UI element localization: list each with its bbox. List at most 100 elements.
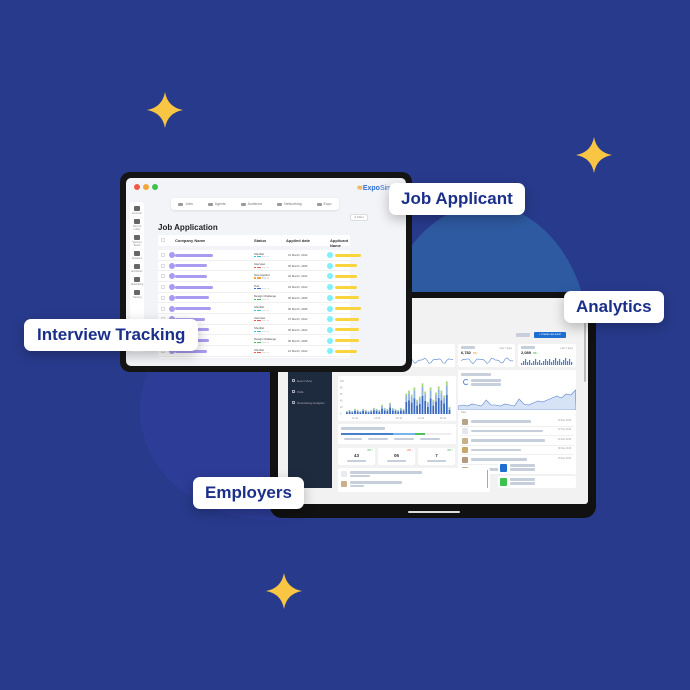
chart-bar-segment: [383, 407, 386, 409]
row-checkbox[interactable]: [161, 263, 165, 268]
tag-interview-tracking: Interview Tracking: [24, 319, 199, 351]
chart-bar-segment: [367, 411, 370, 413]
nav-tab[interactable]: Networking: [277, 202, 302, 206]
chart-bar-segment: [413, 398, 416, 414]
mini-bar: [565, 358, 567, 365]
chart-bar-segment: [386, 409, 389, 411]
trend-card: Date: [458, 370, 576, 415]
y-tick-label: 60: [340, 394, 343, 396]
sidebar-item[interactable]: Sponsor Booth: [130, 235, 144, 247]
sidebar-item[interactable]: Common: [132, 206, 142, 215]
sidebar-item[interactable]: Recruit Lobby: [130, 219, 144, 231]
doc-item-green: [498, 476, 576, 488]
table-row[interactable]: Shortlist 06 March, 2095: [158, 304, 361, 314]
table-row[interactable]: Test 04 March, 2022: [158, 282, 357, 293]
chart-bar-segment: [351, 411, 354, 413]
chart-bar-segment: [429, 398, 432, 414]
applicant-name-placeholder: [335, 339, 359, 343]
sidebar-item[interactable]: Exhibitors: [132, 264, 142, 273]
close-dot[interactable]: [134, 184, 140, 190]
chart-bar-segment: [424, 394, 427, 401]
news-thumbnail: [462, 428, 468, 435]
sidebar-icon: [133, 290, 140, 295]
sidebar-item[interactable]: Speakers: [132, 251, 142, 260]
chart-bar-segment: [364, 411, 367, 414]
sidebar-item[interactable]: Networking: [131, 277, 143, 286]
table-row[interactable]: New Applied 02 March, 2022: [158, 271, 357, 282]
row-checkbox[interactable]: [161, 285, 165, 290]
chart-bar-segment: [391, 408, 394, 411]
table-row[interactable]: Interview 06 March, 2095: [158, 261, 357, 272]
kpi-card-2: 2,089 4% ↑ Last 7 days: [518, 344, 576, 367]
nav-tab[interactable]: Audience: [240, 202, 262, 206]
col-company[interactable]: Company Name: [175, 238, 205, 243]
news-row[interactable]: 26 Nov 2019: [460, 436, 574, 446]
chart-bar-segment: [346, 412, 348, 414]
applicant-avatar: [327, 337, 333, 344]
scrollbar[interactable]: [584, 322, 586, 382]
secondary-button[interactable]: [516, 333, 530, 337]
row-checkbox[interactable]: [161, 295, 165, 300]
mini-bar: [563, 360, 565, 365]
sidebar-item[interactable]: Training: [133, 290, 141, 299]
chart-bar-segment: [389, 407, 391, 414]
applicant-name-placeholder: [335, 285, 357, 289]
news-row[interactable]: 08 Nov 2019: [460, 446, 574, 456]
kpi-value: 2,089 4% ↑: [521, 350, 539, 355]
chart-bar-segment: [413, 390, 416, 399]
mini-bar: [529, 360, 531, 365]
mini-bar: [547, 361, 549, 365]
home-indicator: [408, 511, 460, 513]
chart-bar-segment: [400, 407, 402, 409]
chart-bar-segment: [448, 406, 451, 408]
filter-button[interactable]: ⊻ Filter: [350, 214, 368, 221]
chart-bar-segment: [421, 396, 424, 414]
status-label: Shortlist: [254, 305, 265, 309]
minimize-dot[interactable]: [143, 184, 149, 190]
news-row[interactable]: 28 Nov 2019: [460, 417, 574, 427]
maximize-dot[interactable]: [152, 184, 158, 190]
status-progress: [254, 266, 269, 268]
analytics-nav-item[interactable]: Event View: [288, 375, 332, 386]
nav-tab[interactable]: Jobs: [178, 202, 193, 206]
create-event-button[interactable]: + Create new event: [534, 332, 566, 338]
chart-bar-segment: [378, 411, 381, 414]
chart-bar-segment: [416, 405, 418, 414]
analytics-nav-item[interactable]: Polls: [288, 386, 332, 397]
sidebar-icon: [134, 251, 140, 256]
news-row[interactable]: 27 Nov 2019: [460, 427, 574, 437]
chart-bar-segment: [402, 409, 405, 411]
chart-bar-segment: [351, 412, 354, 414]
nav-tab[interactable]: Agents: [207, 202, 226, 206]
page-title: Job Application: [158, 223, 218, 232]
applicant-avatar: [327, 262, 333, 269]
status-label: Design Challenge: [254, 337, 277, 342]
news-title-placeholder: [471, 429, 543, 433]
status-label: New Applied: [254, 272, 270, 277]
col-date[interactable]: Applied date: [286, 238, 310, 243]
table-row[interactable]: Shortlist 01 March, 2022: [158, 250, 361, 261]
chart-bar-segment: [408, 400, 410, 414]
stat-value: 43: [353, 453, 359, 458]
row-checkbox[interactable]: [161, 253, 165, 257]
nav-tab[interactable]: Expo: [316, 202, 332, 206]
chart-bar-segment: [370, 411, 373, 414]
applicant-avatar: [327, 252, 333, 258]
table-row[interactable]: Design Challenge 06 March, 2095: [158, 293, 359, 304]
mini-bar: [523, 361, 525, 365]
row-checkbox[interactable]: [161, 306, 165, 311]
chart-bar-segment: [405, 393, 408, 396]
chart-bar-segment: [427, 401, 429, 404]
analytics-nav-item[interactable]: Networking Analytics: [288, 397, 332, 408]
col-status[interactable]: Status: [254, 238, 266, 243]
tab-icon: [277, 202, 283, 206]
applicant-avatar: [327, 294, 333, 301]
status-label: Interview: [254, 262, 266, 267]
chart-bar-segment: [402, 408, 405, 410]
chart-bar-segment: [418, 403, 421, 414]
stat-delta: -8% ↓: [406, 449, 413, 452]
news-title-placeholder: [471, 439, 545, 442]
chart-bar-segment: [383, 408, 386, 411]
row-checkbox[interactable]: [161, 274, 165, 279]
col-applicant[interactable]: Applicant Name: [330, 238, 350, 248]
